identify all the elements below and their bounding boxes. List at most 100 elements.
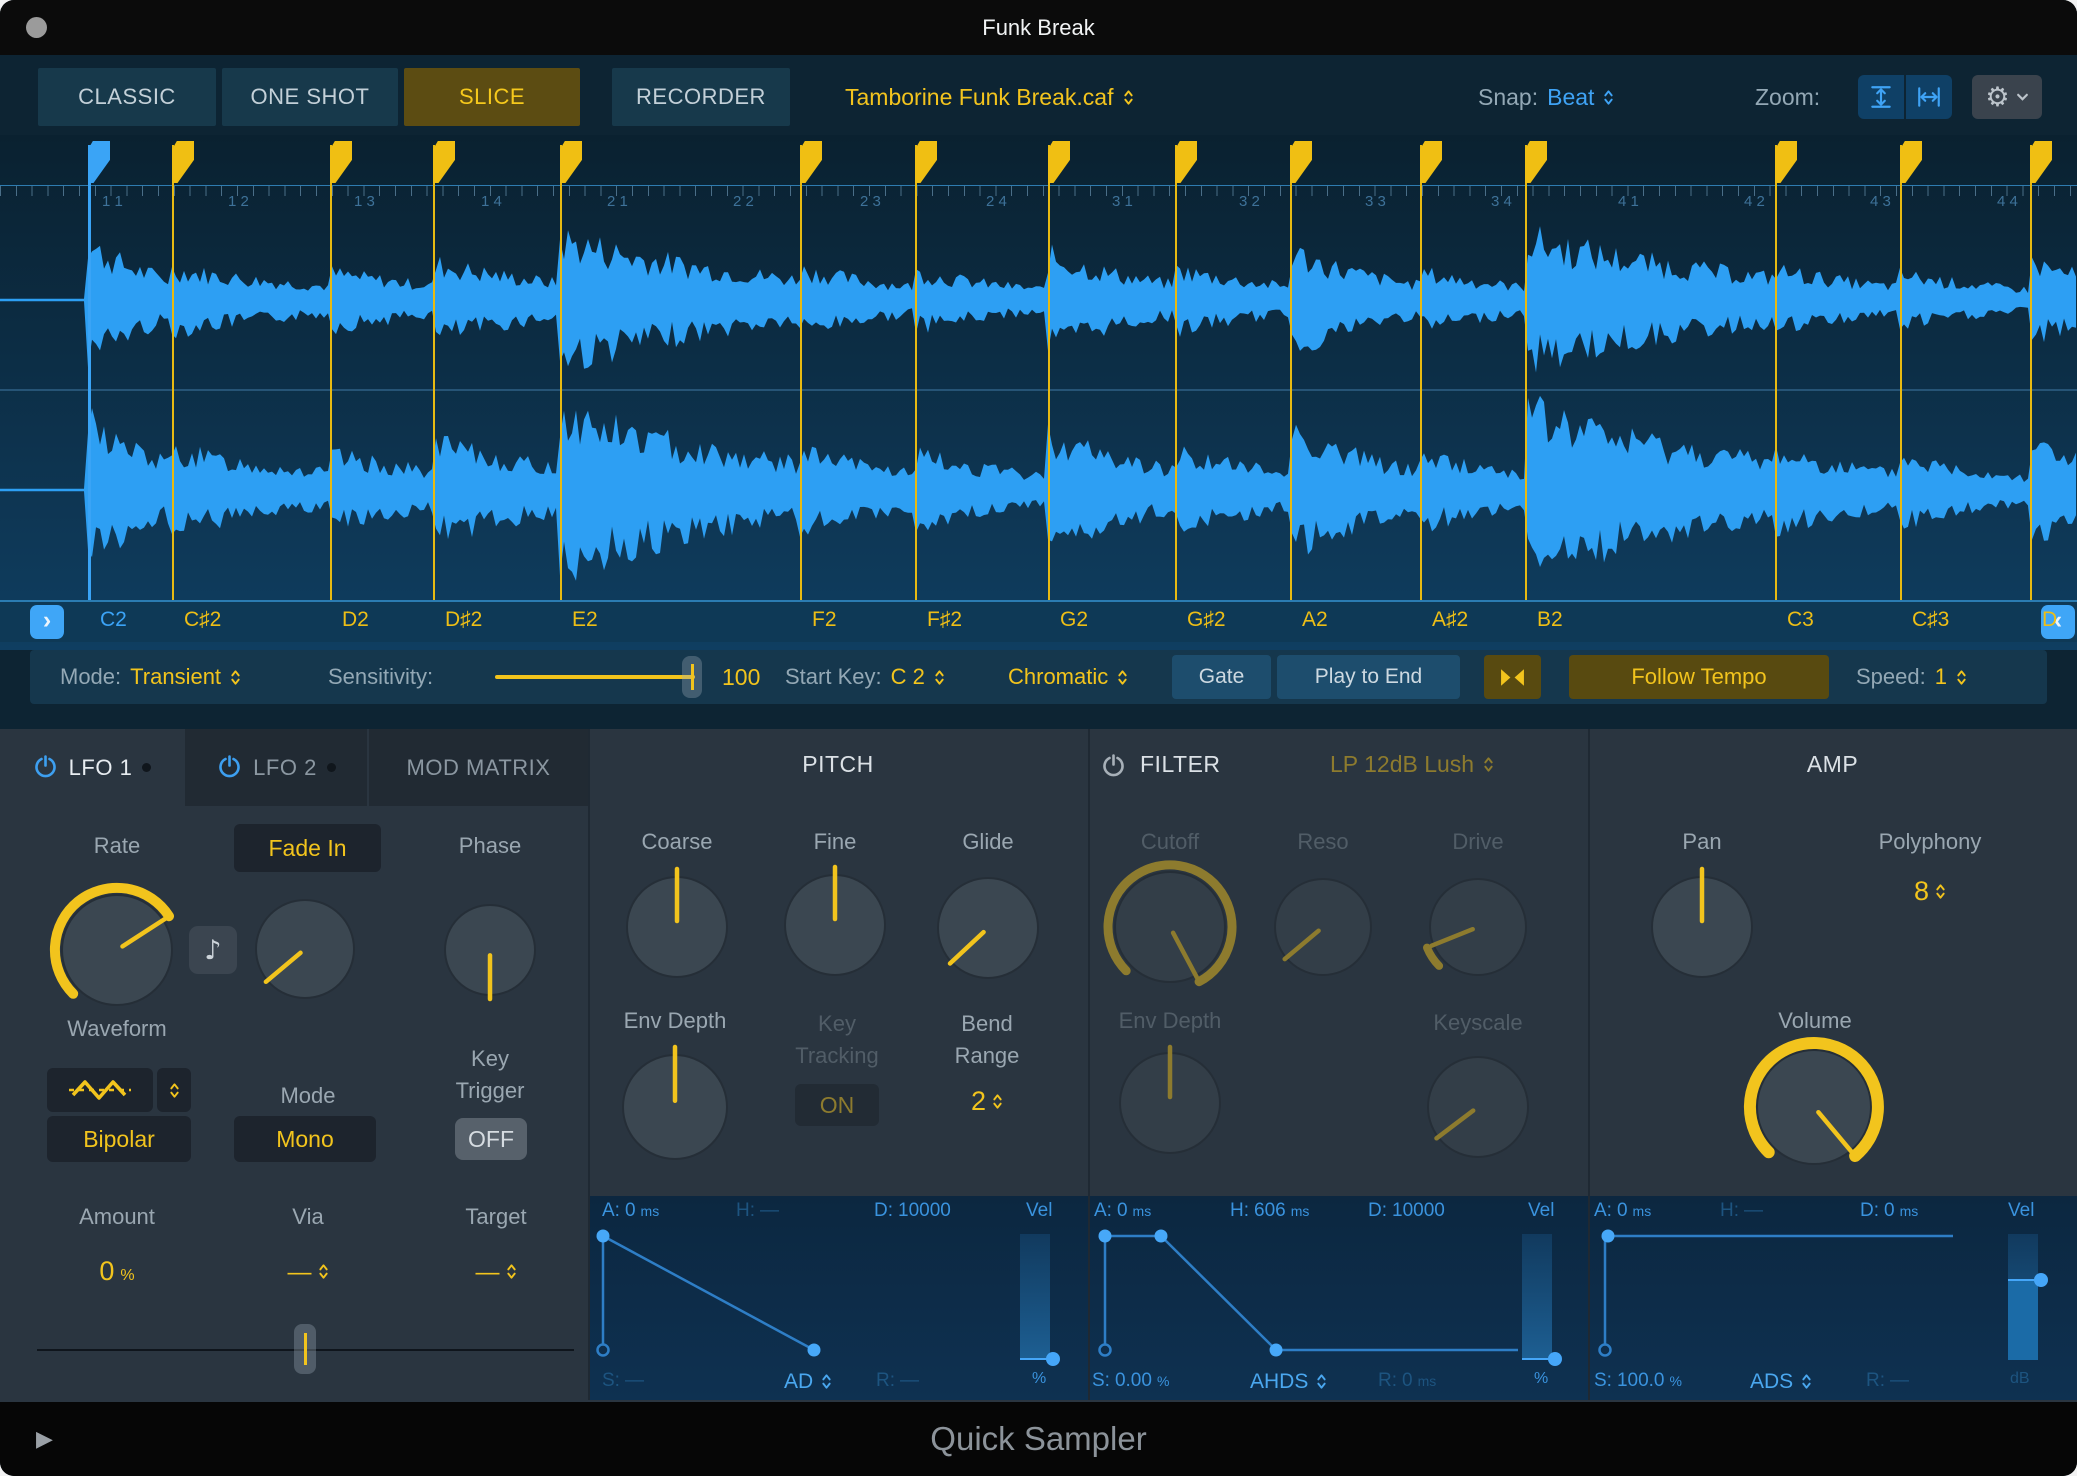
slice-marker-flag[interactable] [1290, 141, 1312, 183]
cutoff-knob[interactable] [1099, 856, 1241, 1003]
slice-marker-line[interactable] [330, 145, 332, 600]
slice-marker-line[interactable] [1900, 145, 1902, 600]
fine-knob[interactable] [769, 859, 901, 996]
rate-sync-note-button[interactable]: ♪ [189, 926, 237, 974]
filter-env-type-select[interactable]: AHDS [1250, 1370, 1327, 1394]
slice-marker-line[interactable] [88, 145, 91, 600]
zoom-vertical-button[interactable] [1858, 75, 1904, 119]
slice-marker-flag[interactable] [88, 141, 110, 183]
lfo-target-select[interactable]: — [426, 1259, 566, 1287]
lfo-amount-slider-handle[interactable] [294, 1324, 316, 1374]
slice-marker-line[interactable] [560, 145, 562, 600]
filter-env-decay[interactable]: D:10000 [1368, 1200, 1445, 1222]
lfo-via-select[interactable]: — [238, 1259, 378, 1287]
zoom-horizontal-button[interactable] [1906, 75, 1952, 119]
drive-knob[interactable] [1414, 863, 1542, 996]
slice-marker-line[interactable] [1420, 145, 1422, 600]
amp-vel-slider[interactable] [2008, 1234, 2038, 1360]
slice-marker-flag[interactable] [1048, 141, 1070, 183]
lfo-waveform-display[interactable] [47, 1068, 153, 1112]
follow-tempo-button[interactable]: Follow Tempo [1569, 655, 1829, 699]
amp-vel-handle[interactable] [2034, 1273, 2048, 1287]
pitch-env-hold[interactable]: H:— [736, 1200, 779, 1222]
filter-vel-handle[interactable] [1548, 1352, 1562, 1366]
pitch-env-sustain[interactable]: S:— [602, 1370, 644, 1392]
pitch-env-release[interactable]: R:— [876, 1370, 919, 1392]
sensitivity-slider-track[interactable] [495, 675, 695, 679]
amp-env-decay[interactable]: D:0ms [1860, 1200, 1918, 1222]
slice-marker-flag[interactable] [1175, 141, 1197, 183]
filter-envelope-panel[interactable]: A:0ms H:606ms D:10000 Vel [1090, 1196, 1588, 1400]
play-to-end-button[interactable]: Play to End [1277, 655, 1460, 699]
mode-select[interactable]: Mode: Transient [60, 650, 241, 704]
slice-marker-line[interactable] [172, 145, 174, 600]
amp-env-type-select[interactable]: ADS [1750, 1370, 1812, 1394]
coarse-knob[interactable] [611, 861, 743, 998]
filter-preset-select[interactable]: LP 12dB Lush [1330, 751, 1560, 778]
lfo-phase-knob[interactable] [429, 889, 551, 1016]
sample-file-select[interactable]: Tamborine Funk Break.caf [845, 68, 1134, 126]
slice-marker-line[interactable] [1775, 145, 1777, 600]
crossfade-button[interactable] [1484, 655, 1541, 699]
speed-select[interactable]: Speed: 1 [1856, 650, 1967, 704]
slice-marker-line[interactable] [1048, 145, 1050, 600]
pitch-vel-slider[interactable] [1020, 1234, 1050, 1360]
filter-env-depth-knob[interactable] [1104, 1037, 1236, 1174]
pitch-env-depth-knob[interactable] [607, 1039, 743, 1180]
slice-marker-flag[interactable] [560, 141, 582, 183]
pitch-envelope-curve[interactable] [596, 1226, 1020, 1360]
filter-env-release[interactable]: R:0ms [1378, 1370, 1436, 1392]
reso-knob[interactable] [1259, 863, 1387, 996]
pan-knob[interactable] [1636, 861, 1768, 998]
pitch-env-type-select[interactable]: AD [784, 1370, 832, 1394]
tab-recorder[interactable]: RECORDER [612, 68, 790, 126]
slice-marker-flag[interactable] [1525, 141, 1547, 183]
slice-marker-line[interactable] [915, 145, 917, 600]
lfo-mode-select[interactable]: Mono [234, 1116, 376, 1162]
slice-marker-line[interactable] [2030, 145, 2032, 600]
tab-lfo1[interactable]: LFO 1 [0, 729, 183, 806]
tab-lfo2[interactable]: LFO 2 [185, 729, 367, 806]
lfo-fade-knob[interactable] [240, 884, 370, 1019]
amp-env-hold[interactable]: H:— [1720, 1200, 1763, 1222]
tab-one-shot[interactable]: ONE SHOT [222, 68, 398, 126]
slice-marker-line[interactable] [1175, 145, 1177, 600]
filter-env-hold[interactable]: H:606ms [1230, 1200, 1309, 1222]
slice-marker-flag[interactable] [915, 141, 937, 183]
scale-select[interactable]: Chromatic [1008, 650, 1128, 704]
lfo-waveform-select[interactable] [157, 1068, 191, 1112]
filter-vel-slider[interactable] [1522, 1234, 1552, 1360]
waveform-display[interactable] [0, 213, 2077, 600]
key-trigger-toggle[interactable]: OFF [455, 1118, 527, 1160]
lfo-amount-value[interactable]: 0% [47, 1256, 187, 1287]
bend-range-select[interactable]: 2 [907, 1086, 1067, 1117]
filter-env-attack[interactable]: A:0ms [1094, 1200, 1151, 1222]
filter-env-sustain[interactable]: S:0.00% [1092, 1370, 1169, 1392]
sensitivity-slider-handle[interactable] [682, 656, 702, 698]
slice-marker-line[interactable] [1290, 145, 1292, 600]
slice-marker-flag[interactable] [1900, 141, 1922, 183]
slice-marker-flag[interactable] [800, 141, 822, 183]
slice-marker-flag[interactable] [2030, 141, 2052, 183]
tab-slice[interactable]: SLICE [404, 68, 580, 126]
slice-marker-flag[interactable] [330, 141, 352, 183]
key-tracking-toggle[interactable]: ON [795, 1084, 879, 1126]
lfo-fade-mode-select[interactable]: Fade In [234, 824, 381, 872]
slice-marker-flag[interactable] [1420, 141, 1442, 183]
settings-menu-button[interactable]: ⚙ [1972, 75, 2042, 119]
start-key-select[interactable]: Start Key: C 2 [785, 650, 945, 704]
pitch-envelope-panel[interactable]: A:0ms H:— D:10000 Vel S:— [588, 1196, 1088, 1400]
amp-envelope-panel[interactable]: A:0ms H:— D:0ms Vel S:100.0% [1590, 1196, 2077, 1400]
keyscale-knob[interactable] [1412, 1041, 1544, 1178]
pitch-vel-handle[interactable] [1046, 1352, 1060, 1366]
waveform-editor[interactable]: 1 11 21 31 42 12 22 32 43 13 23 33 44 14… [0, 135, 2077, 650]
amp-env-sustain[interactable]: S:100.0% [1594, 1370, 1682, 1392]
snap-select[interactable]: Snap: Beat [1478, 68, 1614, 126]
slice-marker-line[interactable] [1525, 145, 1527, 600]
slice-marker-line[interactable] [433, 145, 435, 600]
tab-mod-matrix[interactable]: MOD MATRIX [369, 729, 588, 806]
filter-power-icon[interactable] [1100, 753, 1127, 780]
slice-marker-line[interactable] [800, 145, 802, 600]
slice-marker-flag[interactable] [172, 141, 194, 183]
volume-knob[interactable] [1741, 1034, 1887, 1185]
